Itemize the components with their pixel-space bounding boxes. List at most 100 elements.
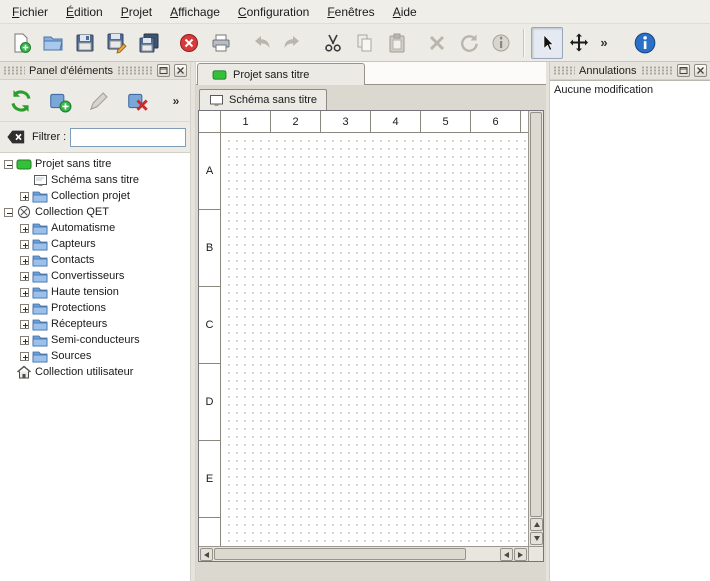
dock-grip [117, 66, 153, 75]
tree-item-label: Semi-conducteurs [51, 334, 140, 346]
select-mode-button[interactable] [531, 27, 563, 59]
delete-element-button[interactable] [123, 86, 153, 116]
tree-item-convertisseurs[interactable]: Convertisseurs [0, 268, 190, 284]
horizontal-scrollbar[interactable] [199, 546, 528, 561]
copy-button[interactable] [349, 27, 381, 59]
menu-configuration[interactable]: Configuration [229, 0, 318, 23]
menu-projet[interactable]: Projet [112, 0, 161, 23]
workspace: Projet sans titre Schéma sans titre 1 2 … [196, 62, 546, 581]
expand-expander-icon[interactable] [20, 336, 29, 345]
float-panel-button[interactable] [157, 64, 170, 77]
reload-icon [8, 88, 34, 114]
reload-collections-button[interactable] [6, 86, 36, 116]
expand-expander-icon[interactable] [20, 192, 29, 201]
undo-button[interactable] [245, 27, 277, 59]
open-project-button[interactable] [37, 27, 69, 59]
project-icon [16, 157, 32, 171]
diagram-tab-label: Schéma sans titre [229, 94, 317, 106]
collapse-expander-icon[interactable] [4, 160, 13, 169]
elements-tree[interactable]: Projet sans titre Schéma sans titre Coll… [0, 152, 190, 581]
diagram-tab[interactable]: Schéma sans titre [199, 89, 327, 110]
panel-overflow-button[interactable]: » [168, 88, 184, 114]
paste-button[interactable] [381, 27, 413, 59]
expand-expander-icon[interactable] [20, 288, 29, 297]
scroll-left-button-2[interactable] [500, 548, 513, 561]
expand-expander-icon[interactable] [20, 224, 29, 233]
new-file-icon [10, 32, 32, 54]
tree-item-haute-tension[interactable]: Haute tension [0, 284, 190, 300]
diagram-info-button[interactable] [485, 27, 517, 59]
scroll-left-button[interactable] [200, 548, 213, 561]
expand-expander-icon[interactable] [20, 352, 29, 361]
menu-edition[interactable]: Édition [57, 0, 112, 23]
expand-expander-icon[interactable] [20, 256, 29, 265]
scroll-up-button[interactable] [530, 518, 543, 531]
column-header-2: 2 [271, 111, 321, 132]
folder-icon [32, 349, 48, 363]
column-header-1: 1 [221, 111, 271, 132]
tree-item-protections[interactable]: Protections [0, 300, 190, 316]
menu-aide[interactable]: Aide [384, 0, 426, 23]
collapse-expander-icon[interactable] [4, 208, 13, 217]
tree-item-semi-conducteurs[interactable]: Semi-conducteurs [0, 332, 190, 348]
new-element-button[interactable] [45, 86, 75, 116]
tree-item-collection-projet[interactable]: Collection projet [0, 188, 190, 204]
main-toolbar: » [0, 24, 710, 62]
menu-fenetres[interactable]: Fenêtres [318, 0, 383, 23]
vscroll-thumb[interactable] [530, 112, 542, 517]
delete-element-icon [126, 89, 150, 113]
tree-item-recepteurs[interactable]: Récepteurs [0, 316, 190, 332]
info-icon [490, 32, 512, 54]
folder-icon [32, 237, 48, 251]
expand-expander-icon[interactable] [20, 272, 29, 281]
menu-affichage[interactable]: Affichage [161, 0, 229, 23]
edit-element-button[interactable] [84, 86, 114, 116]
vertical-scrollbar[interactable] [528, 111, 543, 546]
column-header-3: 3 [321, 111, 371, 132]
tree-item-sources[interactable]: Sources [0, 348, 190, 364]
undo-panel-titlebar[interactable]: Annulations [550, 62, 710, 80]
delete-button[interactable] [421, 27, 453, 59]
menu-fichier[interactable]: Fichier [3, 0, 57, 23]
tree-item-label: Haute tension [51, 286, 119, 298]
scroll-down-button[interactable] [530, 532, 543, 545]
close-undo-panel-button[interactable] [694, 64, 707, 77]
elements-panel-titlebar[interactable]: Panel d'éléments [0, 62, 190, 80]
expand-expander-icon[interactable] [20, 320, 29, 329]
pan-mode-button[interactable] [563, 27, 595, 59]
tree-item-collection-utilisateur[interactable]: Collection utilisateur [0, 364, 190, 380]
clear-filter-button[interactable] [4, 126, 28, 148]
save-as-button[interactable] [101, 27, 133, 59]
undo-empty-state[interactable]: Aucune modification [550, 81, 710, 99]
toolbar-overflow-button[interactable]: » [595, 29, 613, 57]
tree-item-label: Schéma sans titre [51, 174, 139, 186]
about-button[interactable] [629, 27, 661, 59]
save-all-button[interactable] [133, 27, 165, 59]
redo-button[interactable] [277, 27, 309, 59]
expand-expander-icon[interactable] [20, 240, 29, 249]
save-button[interactable] [69, 27, 101, 59]
filter-input[interactable] [70, 128, 186, 147]
tree-item-automatisme[interactable]: Automatisme [0, 220, 190, 236]
tree-item-projet-sans-titre[interactable]: Projet sans titre [0, 156, 190, 172]
tree-item-capteurs[interactable]: Capteurs [0, 236, 190, 252]
cut-button[interactable] [317, 27, 349, 59]
hscroll-thumb[interactable] [214, 548, 466, 560]
undo-history-list[interactable]: Aucune modification [550, 80, 710, 581]
rotate-button[interactable] [453, 27, 485, 59]
tree-item-label: Collection QET [35, 206, 109, 218]
tree-item-contacts[interactable]: Contacts [0, 252, 190, 268]
close-icon [176, 66, 185, 75]
expand-expander-icon[interactable] [20, 304, 29, 313]
diagram-canvas[interactable] [222, 134, 528, 546]
float-undo-panel-button[interactable] [677, 64, 690, 77]
close-panel-button[interactable] [174, 64, 187, 77]
project-tab[interactable]: Projet sans titre [197, 63, 365, 85]
print-button[interactable] [205, 27, 237, 59]
dock-grip [553, 66, 575, 75]
new-file-button[interactable] [5, 27, 37, 59]
scroll-right-button[interactable] [514, 548, 527, 561]
tree-item-collection-qet[interactable]: Collection QET [0, 204, 190, 220]
tree-item-schema-sans-titre[interactable]: Schéma sans titre [0, 172, 190, 188]
close-file-button[interactable] [173, 27, 205, 59]
